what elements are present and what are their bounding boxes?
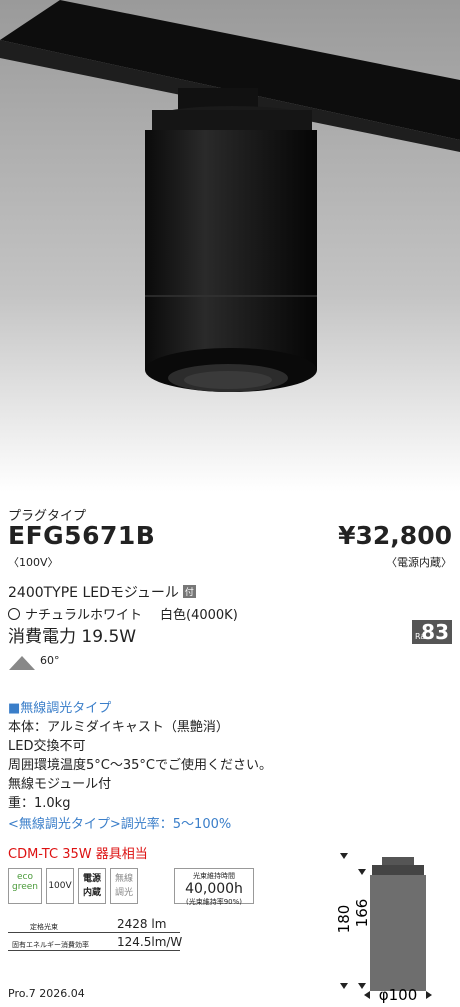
eco-text: eco [17,872,33,882]
led-module-line: 2400TYPE LEDモジュール付 [8,582,196,602]
spec-body: 本体：アルミダイキャスト（黒艶消） [8,720,229,735]
spec-wireless: 無線モジュール付 [8,777,112,792]
footer-code: Pro.7 2026.04 [8,987,85,1000]
equivalent-lamp: CDM-TC 35W 器具相当 [8,847,148,862]
ra-badge: Ra 83 [412,620,452,644]
eco-green-icon: eco green [8,868,42,904]
feature-type: ■無線調光タイプ [8,701,112,716]
product-photo [0,0,460,492]
model-number: EFG5671B [8,521,156,550]
voltage-label: 〈100V〉 [8,556,59,569]
spec-led: LED交換不可 [8,739,86,754]
beam-angle-icon [9,656,35,670]
rated-flux-label: 定格光束 [30,923,58,931]
dimension-drawing: 180 166 φ100 [335,853,432,1004]
color-circle-icon [8,608,20,620]
ra-value: 83 [421,620,449,644]
rated-flux-value: 2428 lm [117,917,167,931]
attached-badge: 付 [182,585,196,598]
beam-angle: 60° [40,654,60,667]
voltage-icon: 100V [46,868,74,904]
efficiency-label: 固有エネルギー消費効率 [12,941,89,949]
light-color-line: ナチュラルホワイト 白色(4000K) [8,604,238,623]
lifetime-note: (光束維持率90%) [185,898,243,906]
lifetime-value: 40,000h [185,881,243,897]
color-name: ナチュラルホワイト [25,608,143,623]
spec-weight: 重：1.0kg [8,796,71,811]
divider [8,932,180,933]
spec-temperature: 周囲環境温度5°C〜35°Cでご使用ください。 [8,758,272,773]
diameter-dim: φ100 [379,986,418,1004]
dimming-range: <無線調光タイプ>調光率：5〜100% [8,817,232,832]
height-total-dim: 180 [335,905,353,934]
wireless-dimming-icon: 無線 調光 [110,868,138,904]
price: ¥32,800 [338,521,452,550]
divider [8,950,180,951]
led-module-label: 2400TYPE LEDモジュール [8,585,179,601]
builtin-power-icon: 電源 内蔵 [78,868,106,904]
lifetime-icon: 光束維持時間 40,000h (光束維持率90%) [174,868,254,906]
green-text: green [12,882,38,892]
height-body-dim: 166 [353,899,371,928]
price-note: 〈電源内蔵〉 [386,556,452,569]
efficiency-value: 124.5lm/W [117,935,183,949]
power-consumption: 消費電力 19.5W [8,627,137,647]
lifetime-title: 光束維持時間 [193,872,235,880]
color-temperature: 白色(4000K) [160,608,238,623]
